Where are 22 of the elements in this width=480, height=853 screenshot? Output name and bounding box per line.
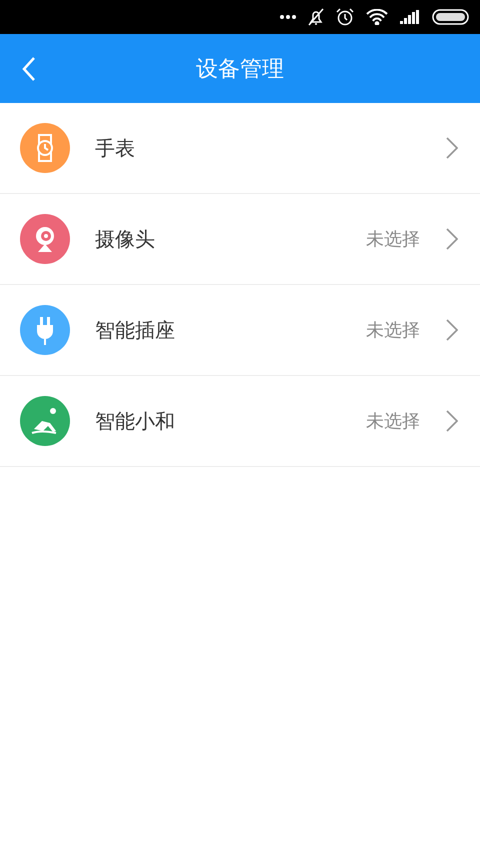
device-status: 未选择 bbox=[366, 228, 420, 251]
device-row[interactable]: 摄像头 未选择 bbox=[0, 194, 480, 285]
device-status: 未选择 bbox=[366, 410, 420, 433]
alarm-clock-icon bbox=[336, 8, 354, 26]
wifi-icon bbox=[366, 9, 388, 25]
device-name: 智能插座 bbox=[95, 316, 176, 344]
device-row[interactable]: 智能插座 未选择 bbox=[0, 285, 480, 376]
chevron-right-icon bbox=[446, 410, 458, 432]
bell-off-icon bbox=[308, 8, 324, 26]
chevron-right-icon bbox=[446, 228, 458, 250]
device-name: 摄像头 bbox=[95, 226, 156, 252]
chevron-right-icon bbox=[446, 137, 458, 159]
signal-icon bbox=[400, 10, 420, 24]
device-name: 智能小和 bbox=[95, 408, 176, 434]
device-name: 手表 bbox=[95, 134, 136, 162]
device-status: 未选择 bbox=[366, 319, 420, 342]
chevron-right-icon bbox=[446, 319, 458, 341]
device-row[interactable]: 智能小和 未选择 bbox=[0, 376, 480, 467]
battery-icon bbox=[432, 9, 470, 25]
page-title: 设备管理 bbox=[196, 56, 284, 84]
more-dots-icon bbox=[280, 15, 296, 19]
device-row[interactable]: 手表 bbox=[0, 103, 480, 194]
